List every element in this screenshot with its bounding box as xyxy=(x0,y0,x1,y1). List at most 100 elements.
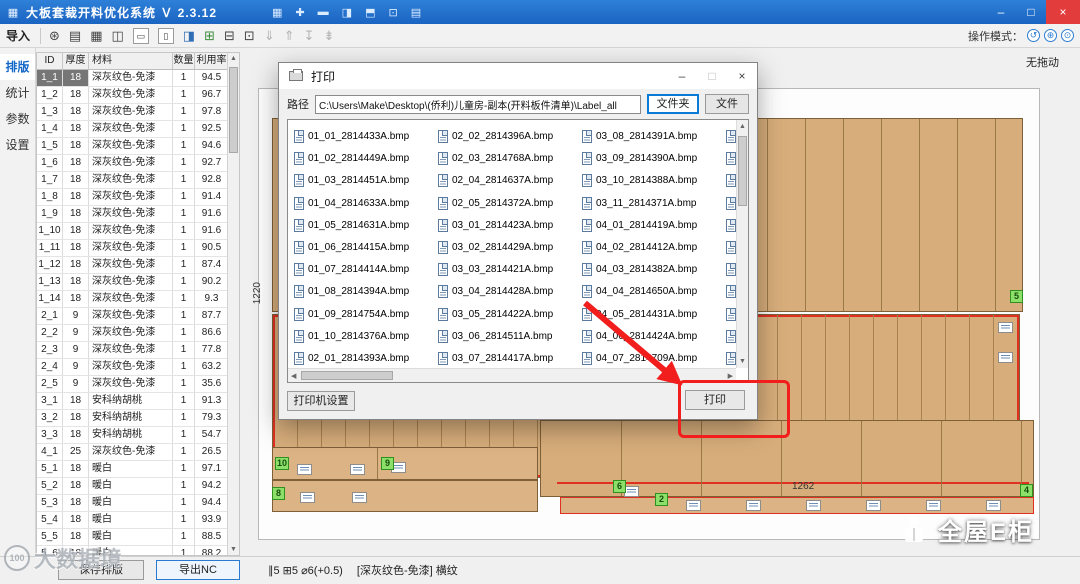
scroll-up-icon[interactable]: ▲ xyxy=(228,55,239,62)
table-row[interactable]: 1_6 18 深灰纹色-免漆 1 92.7 xyxy=(37,155,239,172)
dialog-close-button[interactable]: × xyxy=(727,63,757,89)
table-row[interactable]: 1_1 18 深灰纹色-免漆 1 94.5 xyxy=(37,70,239,87)
file-item[interactable]: 04_03_2814382A.bmp xyxy=(582,259,724,280)
list-icon[interactable]: ▤ xyxy=(411,6,421,19)
file-item[interactable]: 03_06_2814511A.bmp xyxy=(438,326,580,347)
file-item[interactable]: 03_03_2814421A.bmp xyxy=(438,259,580,280)
move-mode-icon[interactable]: ⊕ xyxy=(1044,29,1057,42)
add-board-icon[interactable]: ✚ xyxy=(295,6,304,19)
grid-icon[interactable]: ▦ xyxy=(272,6,282,19)
file-item[interactable]: 04_06_2814424A.bmp xyxy=(582,326,724,347)
folder-button[interactable]: 文件夹 xyxy=(647,94,699,114)
table-row[interactable]: 2_3 9 深灰纹色-免漆 1 77.8 xyxy=(37,342,239,359)
table-row[interactable]: 5_4 18 暖白 1 93.9 xyxy=(37,512,239,529)
export-nc-button[interactable]: 导出NC xyxy=(156,560,240,580)
scroll-thumb[interactable] xyxy=(301,371,393,380)
table-row[interactable]: 5_2 18 暖白 1 94.2 xyxy=(37,478,239,495)
table-row[interactable]: 1_14 18 深灰纹色-免漆 1 9.3 xyxy=(37,291,239,308)
table-row[interactable]: 1_3 18 深灰纹色-免漆 1 97.8 xyxy=(37,104,239,121)
file-item[interactable]: 01_10_2814376A.bmp xyxy=(294,326,436,347)
table-row[interactable]: 1_2 18 深灰纹色-免漆 1 96.7 xyxy=(37,87,239,104)
table-row[interactable]: 1_4 18 深灰纹色-免漆 1 92.5 xyxy=(37,121,239,138)
file-item[interactable]: 03_01_2814423A.bmp xyxy=(438,215,580,236)
file-item[interactable]: 01_02_2814449A.bmp xyxy=(294,148,436,169)
minimize-button[interactable]: – xyxy=(986,0,1016,24)
table-row[interactable]: 1_5 18 深灰纹色-免漆 1 94.6 xyxy=(37,138,239,155)
scroll-up-icon[interactable]: ▲ xyxy=(737,123,748,130)
remove-icon[interactable]: ⊟ xyxy=(224,28,235,44)
barcode-icon[interactable]: ▯ xyxy=(157,27,174,44)
add-icon[interactable]: ⊞ xyxy=(204,28,215,44)
sidebar-item-设置[interactable]: 设置 xyxy=(0,132,35,158)
table-row[interactable]: 2_5 9 深灰纹色-免漆 1 35.6 xyxy=(37,376,239,393)
file-button[interactable]: 文件 xyxy=(705,94,749,114)
file-item[interactable]: 04_05_2814431A.bmp xyxy=(582,304,724,325)
top-panel-icon[interactable]: ⬒ xyxy=(365,6,375,19)
close-button[interactable]: × xyxy=(1046,0,1080,24)
file-item[interactable]: 02_04_2814637A.bmp xyxy=(438,170,580,191)
table-row[interactable]: 1_10 18 深灰纹色-免漆 1 91.6 xyxy=(37,223,239,240)
table-row[interactable]: 1_7 18 深灰纹色-免漆 1 92.8 xyxy=(37,172,239,189)
file-item[interactable]: 03_10_2814388A.bmp xyxy=(582,170,724,191)
scroll-left-icon[interactable]: ◀ xyxy=(291,372,296,380)
half-panel-icon[interactable]: ◨ xyxy=(342,6,352,19)
file-item[interactable]: 03_05_2814422A.bmp xyxy=(438,304,580,325)
file-item[interactable]: 04_04_2814650A.bmp xyxy=(582,281,724,302)
file-item[interactable]: 01_01_2814433A.bmp xyxy=(294,126,436,147)
sidebar-item-统计[interactable]: 统计 xyxy=(0,80,35,106)
table-row[interactable]: 4_1 25 深灰纹色-免漆 1 26.5 xyxy=(37,444,239,461)
table-row[interactable]: 5_3 18 暖白 1 94.4 xyxy=(37,495,239,512)
label-tag-icon[interactable]: ▭ xyxy=(132,27,149,44)
file-item[interactable]: 03_04_2814428A.bmp xyxy=(438,281,580,302)
file-item[interactable]: 02_01_2814393A.bmp xyxy=(294,348,436,366)
table-row[interactable]: 3_1 18 安科纳胡桃 1 91.3 xyxy=(37,393,239,410)
table-row[interactable]: 1_12 18 深灰纹色-免漆 1 87.4 xyxy=(37,257,239,274)
scroll-thumb[interactable] xyxy=(229,67,238,153)
file-item[interactable]: 01_04_2814633A.bmp xyxy=(294,193,436,214)
panels-icon[interactable]: ◫ xyxy=(112,28,124,44)
table-scrollbar[interactable]: ▲ ▼ xyxy=(227,53,239,555)
table-row[interactable]: 2_4 9 深灰纹色-免漆 1 63.2 xyxy=(37,359,239,376)
file-item[interactable]: 01_05_2814631A.bmp xyxy=(294,215,436,236)
file-item[interactable]: 01_06_2814415A.bmp xyxy=(294,237,436,258)
file-list-vscrollbar[interactable]: ▲ ▼ xyxy=(736,120,748,368)
scroll-right-icon[interactable]: ▶ xyxy=(728,372,733,380)
scroll-thumb[interactable] xyxy=(738,136,747,206)
image-icon[interactable]: ▦ xyxy=(90,28,102,44)
maximize-button[interactable]: □ xyxy=(1016,0,1046,24)
sidebar-item-排版[interactable]: 排版 xyxy=(0,54,35,80)
box-icon[interactable]: ⊡ xyxy=(388,6,397,19)
select-mode-icon[interactable]: ⊙ xyxy=(1061,29,1074,42)
table-row[interactable]: 1_9 18 深灰纹色-免漆 1 91.6 xyxy=(37,206,239,223)
report-icon[interactable]: ▤ xyxy=(69,28,81,44)
file-item[interactable]: 02_03_2814768A.bmp xyxy=(438,148,580,169)
save-icon[interactable]: ◨ xyxy=(183,28,195,44)
table-row[interactable]: 1_13 18 深灰纹色-免漆 1 90.2 xyxy=(37,274,239,291)
table-row[interactable]: 2_1 9 深灰纹色-免漆 1 87.7 xyxy=(37,308,239,325)
file-list-hscrollbar[interactable]: ◀ ▶ xyxy=(288,368,736,382)
file-item[interactable]: 04_01_2814419A.bmp xyxy=(582,215,724,236)
table-row[interactable]: 1_8 18 深灰纹色-免漆 1 91.4 xyxy=(37,189,239,206)
file-item[interactable]: 02_05_2814372A.bmp xyxy=(438,193,580,214)
download-icon[interactable]: ⇓ xyxy=(264,28,275,44)
scroll-down-icon[interactable]: ▼ xyxy=(228,546,239,553)
printer-settings-button[interactable]: 打印机设置 xyxy=(287,391,355,411)
file-item[interactable]: 01_03_2814451A.bmp xyxy=(294,170,436,191)
to-bottom-icon[interactable]: ↧ xyxy=(304,28,315,44)
frame-icon[interactable]: ⊡ xyxy=(244,28,255,44)
rotate-mode-icon[interactable]: ↺ xyxy=(1027,29,1040,42)
scroll-down-icon[interactable]: ▼ xyxy=(737,358,748,365)
file-item[interactable]: 03_02_2814429A.bmp xyxy=(438,237,580,258)
file-item[interactable]: 03_11_2814371A.bmp xyxy=(582,193,724,214)
minus-board-icon[interactable]: ▬ xyxy=(318,6,329,19)
sidebar-item-参数[interactable]: 参数 xyxy=(0,106,35,132)
path-input[interactable] xyxy=(315,94,641,114)
file-item[interactable]: 01_09_2814754A.bmp xyxy=(294,304,436,325)
table-row[interactable]: 3_3 18 安科纳胡桃 1 54.7 xyxy=(37,427,239,444)
table-row[interactable]: 1_11 18 深灰纹色-免漆 1 90.5 xyxy=(37,240,239,257)
settings-icon[interactable]: ⊛ xyxy=(49,28,60,44)
page-down-icon[interactable]: ⇟ xyxy=(324,28,335,44)
file-item[interactable]: 02_02_2814396A.bmp xyxy=(438,126,580,147)
dialog-minimize-button[interactable]: – xyxy=(667,63,697,89)
dialog-maximize-button[interactable]: □ xyxy=(697,63,727,89)
